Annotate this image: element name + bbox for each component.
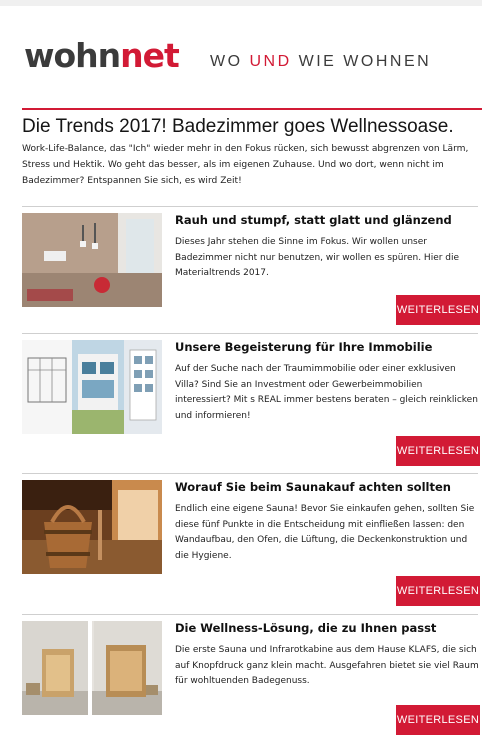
logo-net: net [120, 36, 180, 75]
article-divider [22, 473, 478, 474]
article-text: Dieses Jahr stehen die Sinne im Fokus. W… [175, 237, 460, 278]
header-rule [22, 108, 482, 110]
top-divider [0, 0, 482, 6]
tagline-wie-wohnen: WIE WOHNEN [298, 53, 432, 70]
article-text: Endlich eine eigene Sauna! Bevor Sie ein… [175, 504, 475, 561]
article-item: Rauh und stumpf, statt glatt und glänzen… [22, 213, 482, 328]
article-title[interactable]: Worauf Sie beim Saunakauf achten sollten [175, 480, 480, 494]
article-text: Auf der Suche nach der Traumimmobilie od… [175, 364, 478, 421]
article-text: Die erste Sauna und Infrarotkabine aus d… [175, 645, 479, 686]
article-divider [22, 614, 478, 615]
sauna-cabin-image[interactable] [22, 621, 162, 715]
weiterlesen-button[interactable]: WEITERLESEN [396, 705, 480, 735]
intro-text: Work-Life-Balance, das "Ich" wieder mehr… [22, 144, 469, 186]
article-item: Die Wellness-Lösung, die zu Ihnen passt … [22, 621, 482, 736]
article-divider [22, 206, 478, 207]
bathroom-image[interactable] [22, 213, 162, 307]
sauna-bucket-image[interactable] [22, 480, 162, 574]
article-title[interactable]: Unsere Begeisterung für Ihre Immobilie [175, 340, 480, 354]
weiterlesen-button[interactable]: WEITERLESEN [396, 576, 480, 606]
article-divider [22, 333, 478, 334]
weiterlesen-button[interactable]: WEITERLESEN [396, 436, 480, 466]
tagline-wo: WO [210, 53, 243, 70]
houses-image[interactable] [22, 340, 162, 434]
page-headline: Die Trends 2017! Badezimmer goes Wellnes… [22, 116, 454, 137]
article-item: Worauf Sie beim Saunakauf achten sollten… [22, 480, 482, 610]
header: wohnnet WO UND WIE WOHNEN [14, 36, 482, 110]
article-title[interactable]: Die Wellness-Lösung, die zu Ihnen passt [175, 621, 480, 635]
wohnnet-logo[interactable]: wohnnet [24, 36, 180, 75]
tagline-und: UND [249, 53, 292, 70]
tagline: WO UND WIE WOHNEN [210, 52, 431, 72]
weiterlesen-button[interactable]: WEITERLESEN [396, 295, 480, 325]
article-title[interactable]: Rauh und stumpf, statt glatt und glänzen… [175, 213, 480, 227]
logo-wohn: wohn [24, 36, 121, 75]
article-item: Unsere Begeisterung für Ihre Immobilie A… [22, 340, 482, 470]
